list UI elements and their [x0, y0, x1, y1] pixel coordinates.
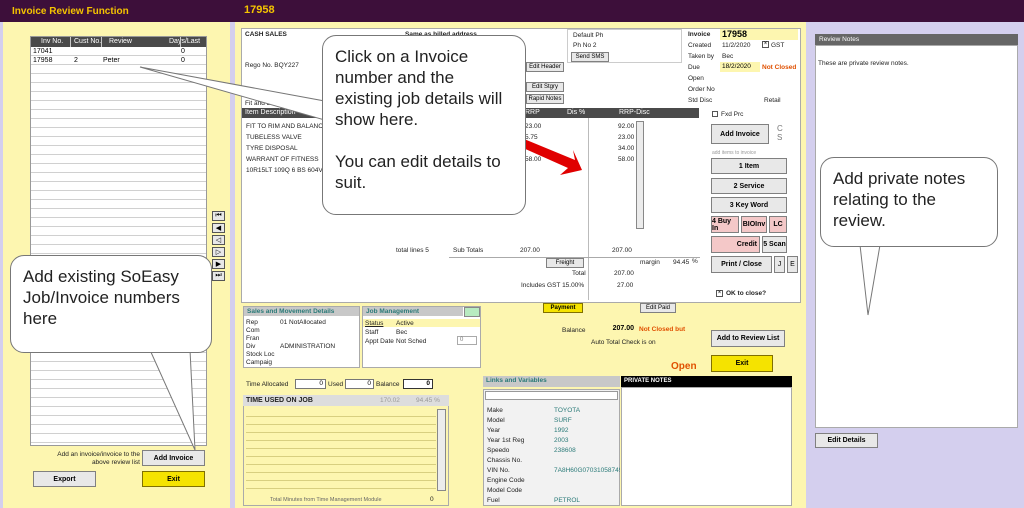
invoice-callout: Click on a Invoice number and the existi…	[322, 35, 526, 215]
add-existing-callout: Add existing SoEasy Job/Invoice numbers …	[10, 255, 212, 353]
private-notes-callout: Add private notes relating to the review…	[820, 157, 998, 247]
